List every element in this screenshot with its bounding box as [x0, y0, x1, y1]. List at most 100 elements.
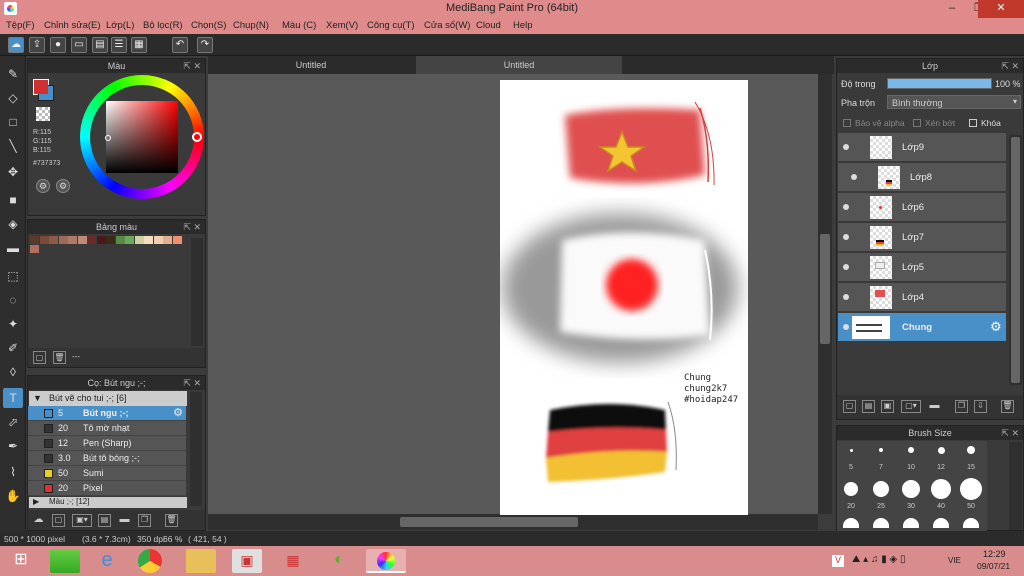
menu-select[interactable]: Chọn(S) — [191, 20, 226, 31]
menu-layer[interactable]: Lớp(L) — [106, 20, 134, 31]
redo-icon[interactable]: ↷ — [197, 37, 213, 53]
menu-cloud[interactable]: Cloud — [476, 20, 501, 31]
menu-file[interactable]: Tệp(F) — [6, 20, 35, 31]
new-8bit-layer-icon[interactable]: ▣ — [881, 400, 894, 413]
brush-size-dot[interactable] — [873, 518, 889, 528]
add-layer-dropdown[interactable]: ▢▾ — [901, 400, 921, 413]
hue-handle[interactable] — [192, 132, 202, 142]
chat-icon[interactable]: ● — [50, 37, 66, 53]
brush-size-dot[interactable] — [903, 518, 919, 528]
layer-row[interactable]: Lớp9 — [838, 133, 1006, 162]
add-brush-dropdown[interactable]: ▣▾ — [72, 514, 92, 527]
vscroll-thumb[interactable] — [820, 234, 830, 344]
pin-icon[interactable]: ⇱ ✕ — [183, 376, 201, 390]
cloud-icon[interactable]: ☁ — [8, 37, 24, 53]
palette-swatch[interactable] — [30, 236, 39, 244]
layer-scrollbar[interactable] — [1009, 135, 1022, 385]
menu-view[interactable]: Xem(V) — [326, 20, 358, 31]
brush-row[interactable]: 20 Pixel — [28, 481, 186, 496]
brush-settings-icon[interactable]: ▤ — [98, 514, 111, 527]
fill-tool-icon[interactable]: ◈ — [3, 214, 23, 234]
gradient-tool-icon[interactable]: ▬ — [3, 238, 23, 258]
eye-icon[interactable] — [843, 204, 849, 210]
menu-color[interactable]: Màu (C) — [282, 20, 316, 31]
layer-row[interactable]: Lớp4 — [838, 283, 1006, 312]
pin-icon[interactable]: ⇱ ✕ — [183, 220, 201, 234]
eye-icon[interactable] — [843, 294, 849, 300]
windows-start-icon[interactable]: ⊞ — [6, 549, 36, 573]
eye-icon[interactable] — [843, 234, 849, 240]
new-brush-icon[interactable]: ▢ — [52, 514, 65, 527]
duplicate-layer-icon[interactable]: ❐ — [955, 400, 968, 413]
canvas-vscrollbar[interactable] — [818, 74, 832, 514]
palette-swatch[interactable] — [134, 236, 144, 244]
brush-size-dot[interactable] — [849, 448, 853, 452]
menu-filter[interactable]: Bộ lọc(R) — [143, 20, 183, 31]
chrome-icon[interactable] — [138, 549, 162, 573]
brush-scrollbar[interactable] — [190, 392, 202, 506]
list-icon[interactable]: ☰ — [111, 37, 127, 53]
palette-swatch[interactable] — [30, 245, 39, 253]
brush-row[interactable]: 20 Tô mờ nhạt — [28, 421, 186, 436]
brush-size-dot[interactable] — [843, 518, 859, 528]
palette-swatch[interactable] — [77, 236, 87, 244]
canvas-paper[interactable]: Chung chung2k7 #hoidap247 — [500, 80, 748, 515]
eye-icon[interactable] — [851, 174, 857, 180]
layer-row[interactable]: Lớp7 — [838, 223, 1006, 252]
clock-time[interactable]: 12:29 — [983, 549, 1006, 559]
brush-size-dot[interactable] — [902, 480, 920, 498]
gear-icon[interactable]: ⚙ — [173, 406, 183, 419]
lasso-tool-icon[interactable]: ◌ — [3, 290, 23, 310]
document-icon[interactable]: ▤ — [92, 37, 108, 53]
menu-help[interactable]: Help — [513, 20, 533, 31]
color-handle[interactable] — [105, 135, 111, 141]
eye-icon[interactable] — [843, 324, 849, 330]
transparent-swatch[interactable] — [36, 107, 50, 121]
menu-tools[interactable]: Công cụ(T) — [367, 20, 415, 31]
tab-untitled-2[interactable]: Untitled — [416, 56, 622, 74]
hscroll-thumb[interactable] — [400, 517, 578, 527]
text-tool-icon[interactable]: T — [3, 388, 23, 408]
pin-icon[interactable]: ⇱ ✕ — [1001, 426, 1019, 440]
layer-row[interactable]: Lớp5 — [838, 253, 1006, 282]
canvas-hscrollbar[interactable] — [208, 514, 818, 530]
brush-size-dot[interactable] — [933, 518, 949, 528]
internet-explorer-icon[interactable]: e — [92, 549, 122, 573]
pen-tool-icon[interactable]: ⌇ — [3, 462, 23, 482]
palette-swatch[interactable] — [87, 236, 96, 244]
eye-icon[interactable] — [843, 264, 849, 270]
file-explorer-icon[interactable] — [186, 549, 216, 573]
dot-tool-icon[interactable]: □ — [3, 112, 23, 132]
menu-window[interactable]: Cửa sổ(W) — [424, 20, 470, 31]
brush-size-dot[interactable] — [931, 479, 951, 499]
grid-icon[interactable]: ▦ — [131, 37, 147, 53]
brush-row-selected[interactable]: 5 Bút ngu ;-; ⚙ — [28, 406, 186, 421]
palette-scrollbar[interactable] — [191, 238, 203, 346]
new-halftone-layer-icon[interactable]: ▤ — [862, 400, 875, 413]
eyedropper-tool-icon[interactable]: ✒ — [3, 436, 23, 456]
brush-size-dot[interactable] — [960, 478, 982, 500]
minimize-button[interactable]: – — [938, 0, 966, 18]
folder-icon[interactable]: ▬ — [118, 514, 131, 527]
brush-size-dot[interactable] — [967, 446, 975, 454]
brush-size-dot[interactable] — [908, 447, 914, 453]
brush-size-dot[interactable] — [873, 481, 889, 497]
palette-swatch[interactable] — [68, 236, 77, 244]
merge-layer-icon[interactable]: ⇩ — [974, 400, 987, 413]
palette-swatch[interactable] — [49, 236, 58, 244]
palette-swatch[interactable] — [39, 236, 49, 244]
eye-icon[interactable] — [843, 144, 849, 150]
cloud-brush-icon[interactable]: ☁ — [32, 514, 45, 527]
palette-swatch[interactable] — [153, 236, 163, 244]
select-tool-icon[interactable]: ⬚ — [3, 266, 23, 286]
snap-tool-icon[interactable]: ╲ — [3, 136, 23, 156]
trash-icon[interactable]: 🗑 — [1001, 400, 1014, 413]
medibang-taskbar-icon[interactable] — [366, 549, 406, 573]
select-eraser-icon[interactable]: ◊ — [3, 362, 23, 382]
palette-swatch[interactable] — [172, 236, 182, 244]
operation-tool-icon[interactable]: ⬀ — [3, 412, 23, 432]
palette-swatch[interactable] — [163, 236, 172, 244]
palette-swatch[interactable] — [106, 236, 115, 244]
trash-icon[interactable]: 🗑 — [53, 351, 66, 364]
shape-tool-icon[interactable]: ■ — [3, 190, 23, 210]
